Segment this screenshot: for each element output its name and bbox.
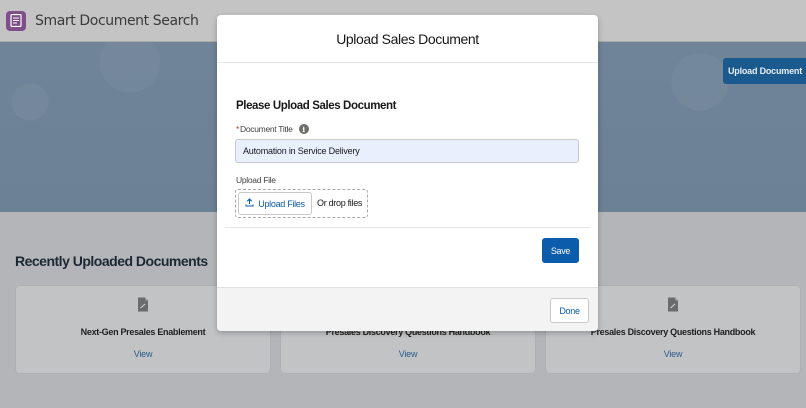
upload-files-button[interactable]: Upload Files <box>238 192 312 215</box>
document-card-view-link[interactable]: View <box>16 349 270 359</box>
modal-body: Please Upload Sales Document * Document … <box>217 63 598 287</box>
document-title-input[interactable] <box>235 139 579 163</box>
upload-files-label: Upload Files <box>258 198 305 209</box>
required-marker: * <box>236 124 240 134</box>
upload-icon <box>245 198 254 209</box>
file-dropzone[interactable]: Upload Files Or drop files <box>235 189 368 218</box>
modal-footer: Done <box>217 287 598 331</box>
upload-document-button[interactable]: Upload Document <box>723 58 806 84</box>
document-title-label-text: Document Title <box>240 124 293 134</box>
document-title-label: * Document Title i <box>236 124 309 134</box>
upload-file-label: Upload File <box>236 175 276 185</box>
recent-documents-title: Recently Uploaded Documents <box>15 253 208 269</box>
upload-sales-document-modal: Upload Sales Document Please Upload Sale… <box>217 15 598 331</box>
drop-files-text: Or drop files <box>317 198 363 208</box>
info-icon[interactable]: i <box>298 124 309 134</box>
document-card-view-link[interactable]: View <box>546 349 800 359</box>
modal-header: Upload Sales Document <box>217 15 598 63</box>
form-heading: Please Upload Sales Document <box>236 100 397 112</box>
file-icon <box>137 297 149 317</box>
done-button[interactable]: Done <box>550 298 589 323</box>
app-title: Smart Document Search <box>35 12 199 29</box>
save-button[interactable]: Save <box>542 238 579 263</box>
file-icon <box>667 297 679 317</box>
document-app-icon <box>6 10 26 31</box>
document-card-view-link[interactable]: View <box>281 349 535 359</box>
divider <box>225 227 590 228</box>
modal-title: Upload Sales Document <box>336 30 479 47</box>
